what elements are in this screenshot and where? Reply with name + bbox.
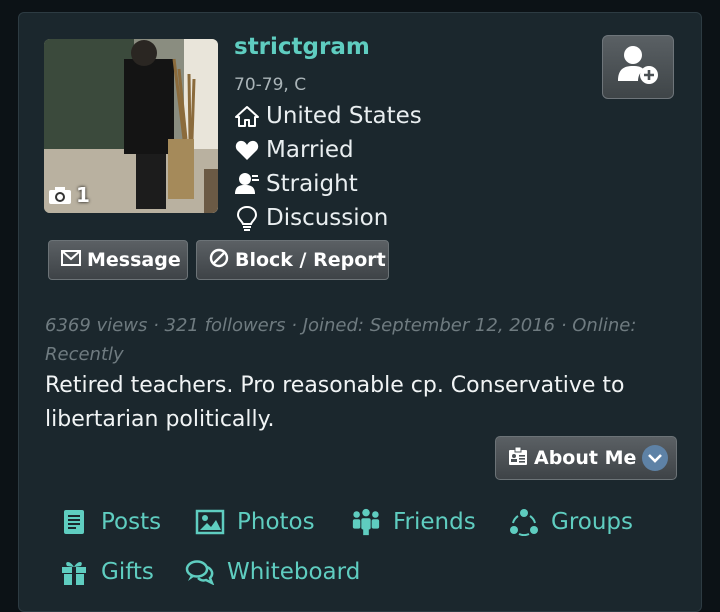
block-icon [209, 248, 229, 273]
heart-icon [234, 137, 260, 163]
nav-whiteboard[interactable]: Whiteboard [185, 557, 360, 587]
block-report-label: Block / Report [235, 249, 386, 271]
user-icon [234, 171, 260, 197]
message-button[interactable]: Message [48, 240, 188, 280]
relationship-text: Married [266, 137, 354, 163]
home-icon [234, 103, 260, 129]
profile-bio: Retired teachers. Pro reasonable cp. Con… [45, 373, 625, 432]
location-row: United States [234, 103, 422, 129]
block-report-button[interactable]: Block / Report [196, 240, 389, 280]
username[interactable]: strictgram [234, 34, 370, 60]
chevron-down-icon [642, 445, 669, 471]
nav-whiteboard-label: Whiteboard [227, 559, 361, 585]
document-icon [59, 507, 89, 537]
orientation-row: Straight [234, 171, 358, 197]
nav-friends-label: Friends [393, 509, 476, 535]
nav-groups-label: Groups [551, 509, 634, 535]
about-me-button[interactable]: About Me [495, 436, 677, 480]
nav-photos[interactable]: Photos [195, 507, 315, 537]
nav-posts-label: Posts [101, 509, 162, 535]
nav-gifts[interactable]: Gifts [59, 557, 154, 587]
profile-stats: 6369 views · 321 followers · Joined: Sep… [45, 315, 637, 365]
gift-icon [59, 557, 89, 587]
orientation-text: Straight [266, 171, 358, 197]
location-text: United States [266, 103, 422, 129]
interest-text: Discussion [266, 205, 389, 231]
about-me-label: About Me [534, 447, 637, 469]
network-icon [509, 507, 539, 537]
people-icon [351, 507, 381, 537]
add-friend-icon [616, 45, 660, 89]
id-card-icon [508, 446, 528, 471]
profile-card: 1 strictgram 70-79, C United States Marr… [18, 12, 702, 612]
nav-photos-label: Photos [237, 509, 315, 535]
message-label: Message [87, 249, 181, 271]
relationship-row: Married [234, 137, 354, 163]
envelope-icon [61, 249, 81, 271]
chat-icon [185, 557, 215, 587]
lightbulb-icon [234, 205, 260, 231]
nav-groups[interactable]: Groups [509, 507, 633, 537]
nav-posts[interactable]: Posts [59, 507, 161, 537]
photo-count[interactable]: 1 [48, 183, 90, 207]
camera-icon [48, 185, 72, 205]
profile-photo[interactable]: 1 [44, 39, 218, 213]
interest-row: Discussion [234, 205, 388, 231]
image-icon [195, 507, 225, 537]
nav-friends[interactable]: Friends [351, 507, 476, 537]
add-friend-button[interactable] [602, 35, 674, 99]
photo-count-value: 1 [76, 183, 90, 207]
nav-gifts-label: Gifts [101, 559, 154, 585]
age-gender: 70-79, C [234, 75, 307, 95]
